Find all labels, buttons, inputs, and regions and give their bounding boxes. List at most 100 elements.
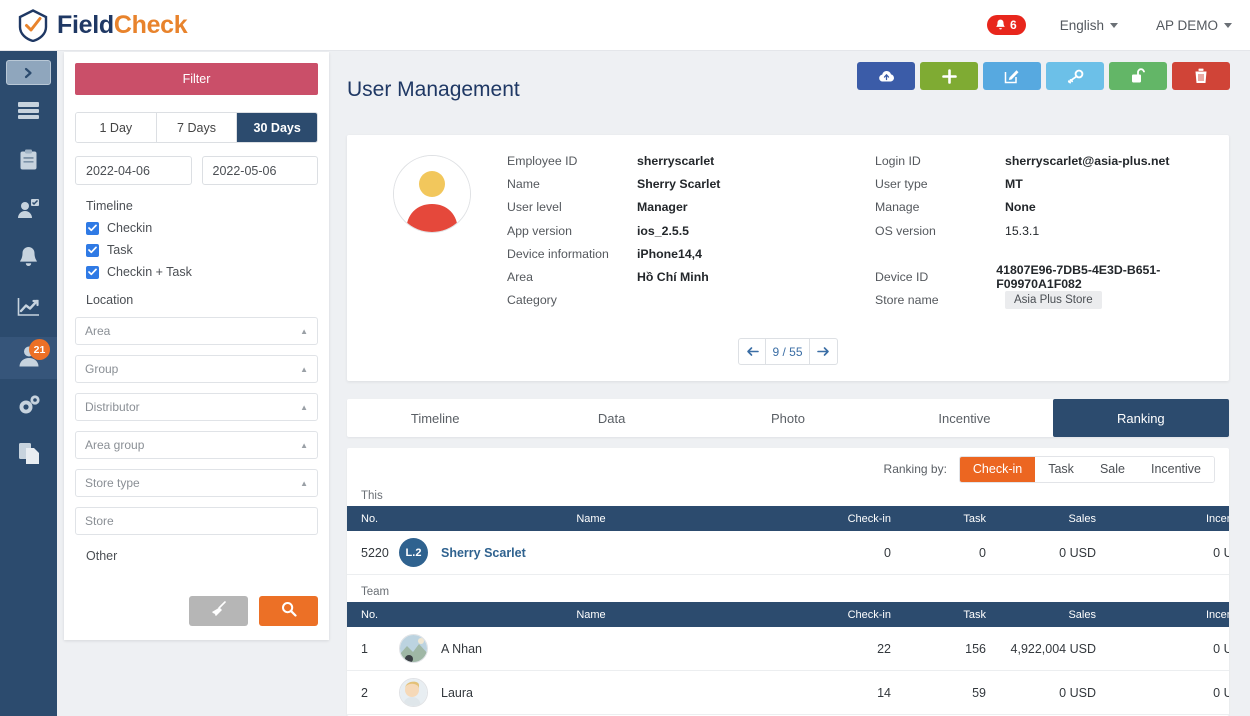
table-row[interactable]: 2 Laura 14 59 0 USD 0 USD — [347, 671, 1229, 715]
checkbox-checkin-task[interactable] — [86, 265, 99, 279]
select-area-group[interactable]: Area group ▲ — [75, 431, 318, 459]
day-option-1day[interactable]: 1 Day — [76, 113, 157, 142]
upload-button[interactable] — [857, 62, 915, 90]
notification-count: 6 — [1010, 18, 1017, 32]
column-header-sales: Sales — [1068, 512, 1096, 525]
cell-task: 0 — [979, 545, 986, 560]
add-button[interactable] — [920, 62, 978, 90]
ranking-by-checkin[interactable]: Check-in — [959, 456, 1036, 482]
info-value: None — [1005, 200, 1036, 215]
column-header-checkin: Check-in — [847, 512, 891, 525]
info-row-name: Name Sherry Scarlet — [507, 172, 720, 195]
notification-badge[interactable]: 6 — [987, 15, 1026, 35]
sidebar-item-users[interactable]: 21 — [0, 337, 57, 379]
sidebar-item-dashboard[interactable] — [0, 92, 57, 134]
action-toolbar — [857, 62, 1230, 90]
user-task-icon — [17, 198, 40, 224]
select-distributor[interactable]: Distributor ▲ — [75, 393, 318, 421]
bell-icon — [18, 246, 39, 274]
info-row-device-id: Device ID 41807E96-7DB5-4E3D-B651-F09970… — [875, 263, 1229, 291]
pagination-prev-button[interactable] — [739, 339, 766, 364]
info-row-area: Area Hồ Chí Minh — [507, 265, 720, 288]
info-row-login-id: Login ID sherryscarlet@asia-plus.net — [875, 149, 1229, 172]
sidebar-item-reports[interactable] — [0, 141, 57, 183]
sidebar-item-documents[interactable] — [0, 435, 57, 477]
checkbox-row-task[interactable]: Task — [86, 243, 329, 257]
tab-incentive[interactable]: Incentive — [876, 399, 1052, 437]
cell-name[interactable]: Laura — [441, 686, 741, 700]
chevron-up-icon: ▲ — [300, 364, 308, 374]
app-logo[interactable]: FieldCheck — [18, 8, 188, 42]
sidebar-item-settings[interactable] — [0, 386, 57, 428]
language-selector[interactable]: English — [1060, 18, 1118, 33]
user-info-right-column: Login ID sherryscarlet@asia-plus.net Use… — [875, 149, 1229, 312]
delete-button[interactable] — [1172, 62, 1230, 90]
checkbox-label-checkin-task: Checkin + Task — [107, 265, 192, 279]
clear-filter-button[interactable] — [189, 596, 248, 626]
info-key: Device information — [507, 246, 609, 261]
key-button[interactable] — [1046, 62, 1104, 90]
checkbox-row-checkin[interactable]: Checkin — [86, 221, 329, 235]
info-key: Store name — [875, 293, 939, 308]
unlock-button[interactable] — [1109, 62, 1167, 90]
store-input[interactable]: Store — [75, 507, 318, 535]
key-icon — [1067, 69, 1083, 83]
account-menu[interactable]: AP DEMO — [1156, 18, 1232, 33]
checkbox-row-checkin-task[interactable]: Checkin + Task — [86, 265, 329, 279]
select-store-type[interactable]: Store type ▲ — [75, 469, 318, 497]
sidebar-item-analytics[interactable] — [0, 288, 57, 330]
unlock-icon — [1131, 68, 1145, 83]
select-area[interactable]: Area ▲ — [75, 317, 318, 345]
select-group-label: Group — [85, 362, 119, 376]
ranking-by-sale[interactable]: Sale — [1086, 456, 1138, 482]
info-row-device-information: Device information iPhone14,4 — [507, 242, 720, 265]
store-name-tag: Asia Plus Store — [1005, 291, 1102, 310]
chevron-up-icon: ▲ — [300, 478, 308, 488]
select-area-group-label: Area group — [85, 438, 145, 452]
team-ranking-table: No. Name Check-in Task Sales Incentive 1… — [347, 602, 1229, 715]
sidebar-item-notifications[interactable] — [0, 239, 57, 281]
search-filter-button[interactable] — [259, 596, 318, 626]
sidebar-expand-button[interactable] — [6, 60, 51, 85]
info-row-app-version: App version ios_2.5.5 — [507, 219, 720, 242]
documents-icon — [18, 442, 40, 470]
account-label: AP DEMO — [1155, 17, 1218, 33]
ranking-panel: Ranking by: Check-in Task Sale Incentive… — [347, 448, 1229, 716]
tab-data[interactable]: Data — [523, 399, 699, 437]
day-option-7days[interactable]: 7 Days — [156, 113, 238, 142]
tab-ranking[interactable]: Ranking — [1052, 399, 1230, 437]
main-content: User Management Employee ID sherryscarle… — [329, 52, 1250, 716]
info-key: App version — [507, 223, 572, 238]
info-value: MT — [1005, 176, 1023, 191]
info-key: User level — [507, 200, 562, 215]
ranking-by-incentive[interactable]: Incentive — [1137, 456, 1214, 482]
info-value: 15.3.1 — [1005, 223, 1040, 238]
tab-photo[interactable]: Photo — [700, 399, 876, 437]
user-info-card: Employee ID sherryscarlet Name Sherry Sc… — [347, 135, 1229, 381]
info-key: Name — [507, 176, 540, 191]
edit-button[interactable] — [983, 62, 1041, 90]
checkbox-task[interactable] — [86, 243, 99, 257]
sidebar-item-tasks[interactable] — [0, 190, 57, 232]
info-value: Manager — [637, 200, 688, 215]
cell-name[interactable]: A Nhan — [441, 642, 741, 656]
ranking-by-task[interactable]: Task — [1035, 456, 1087, 482]
date-from-input[interactable]: 2022-04-06 — [75, 156, 192, 185]
column-header-sales: Sales — [1068, 608, 1096, 621]
table-row[interactable]: 1 A Nhan 22 156 4,922,004 USD 0 USD — [347, 627, 1229, 671]
checkbox-checkin[interactable] — [86, 221, 99, 235]
date-to-input[interactable]: 2022-05-06 — [201, 156, 318, 185]
column-header-name: Name — [576, 512, 606, 525]
chevron-up-icon: ▲ — [300, 326, 308, 336]
info-row-store-name: Store name Asia Plus Store — [875, 289, 1229, 312]
language-label: English — [1059, 17, 1104, 33]
pagination-next-button[interactable] — [810, 339, 837, 364]
table-row[interactable]: 5220 L.2 Sherry Scarlet 0 0 0 USD 0 USD — [347, 531, 1229, 575]
info-value: sherryscarlet@asia-plus.net — [1005, 153, 1170, 168]
select-group[interactable]: Group ▲ — [75, 355, 318, 383]
checkbox-label-task: Task — [107, 243, 133, 257]
cell-name[interactable]: Sherry Scarlet — [441, 546, 741, 560]
logo-text-check: Check — [113, 10, 188, 39]
day-option-30days[interactable]: 30 Days — [237, 113, 317, 142]
tab-timeline[interactable]: Timeline — [347, 399, 523, 437]
